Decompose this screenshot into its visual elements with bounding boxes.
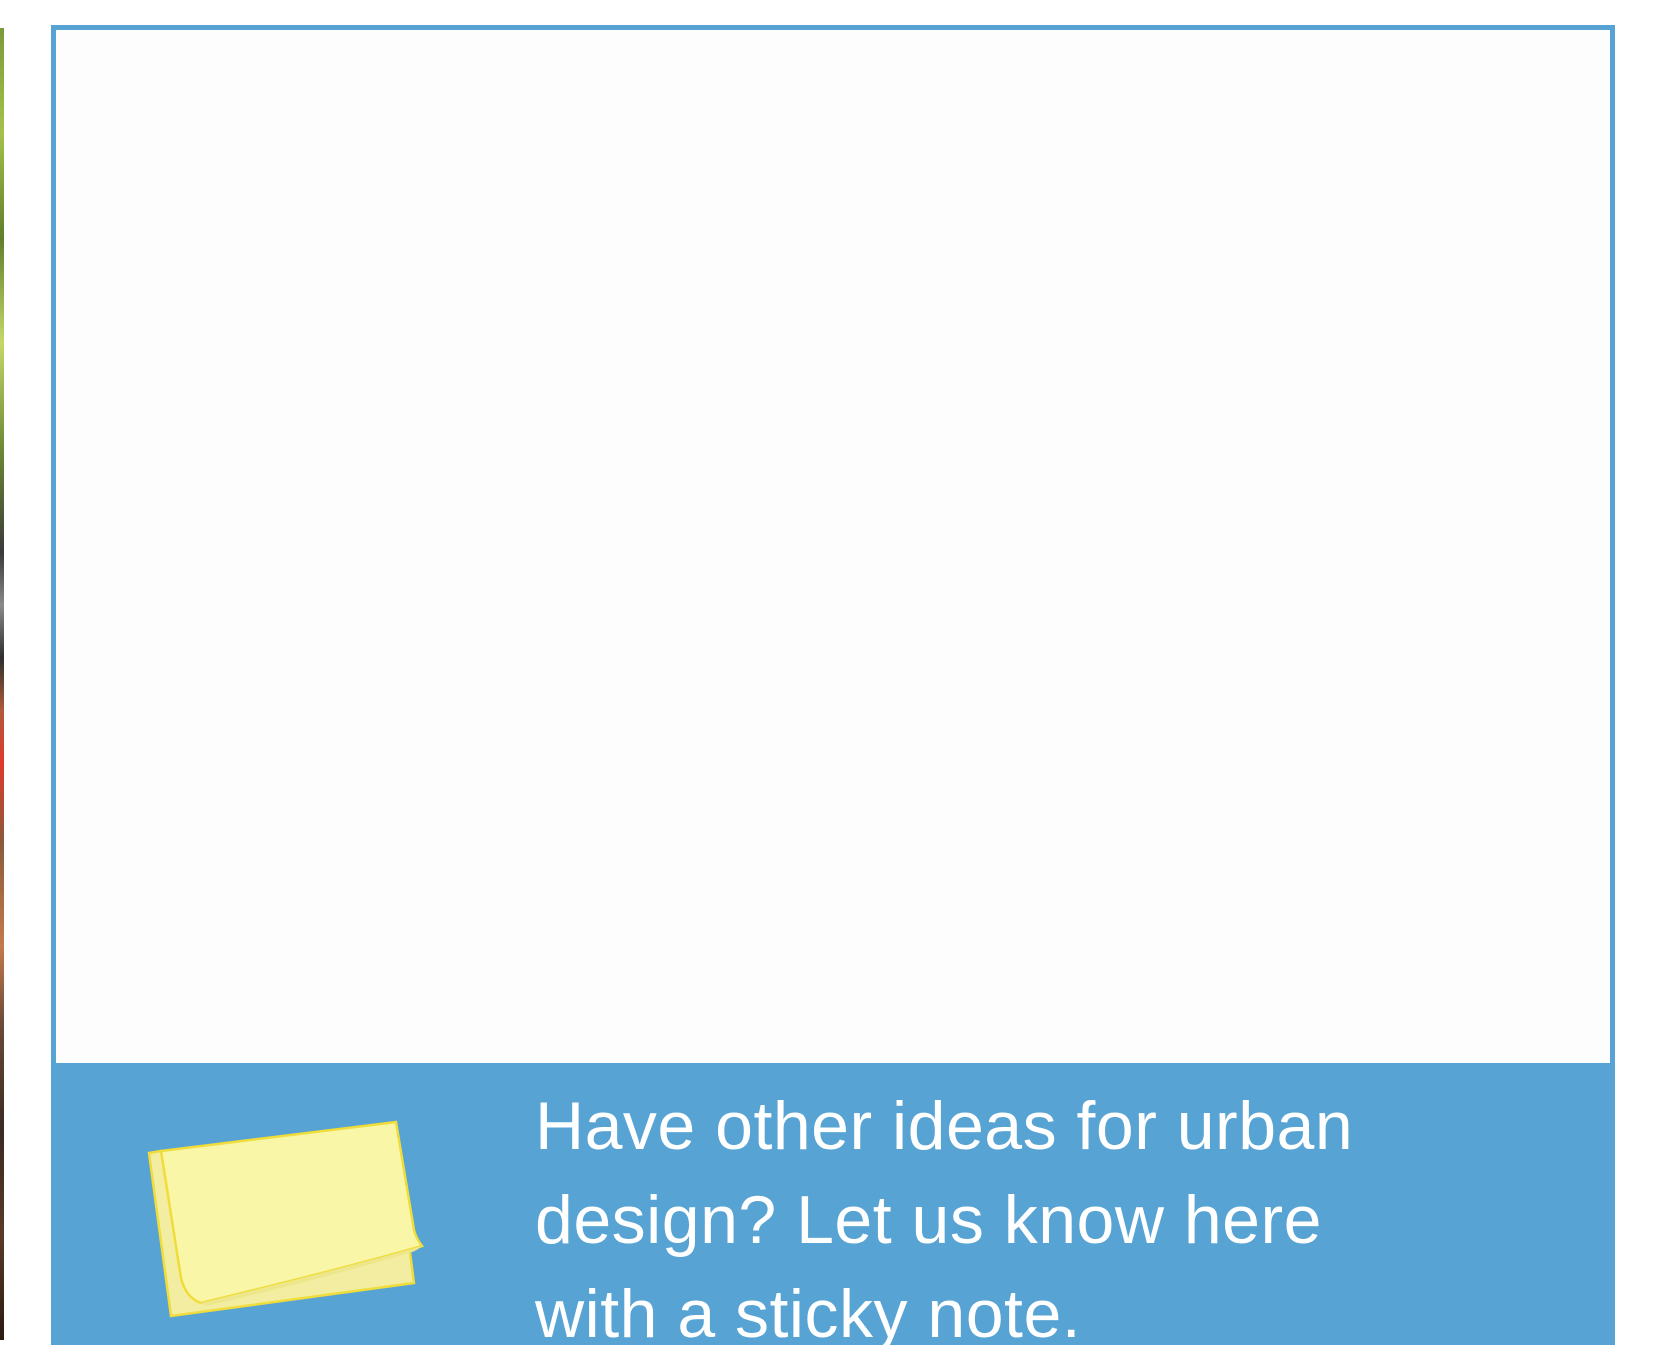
cta-message[interactable]: Have other ideas for urban design? Let u… [535,1079,1395,1361]
background-photo-edge [0,28,4,1340]
add-sticky-note-panel[interactable]: Have other ideas for urban design? Let u… [51,1063,1615,1352]
card-content-area [56,30,1610,1063]
sticky-note-icon[interactable] [146,1118,446,1318]
idea-card: Have other ideas for urban design? Let u… [51,25,1615,1352]
